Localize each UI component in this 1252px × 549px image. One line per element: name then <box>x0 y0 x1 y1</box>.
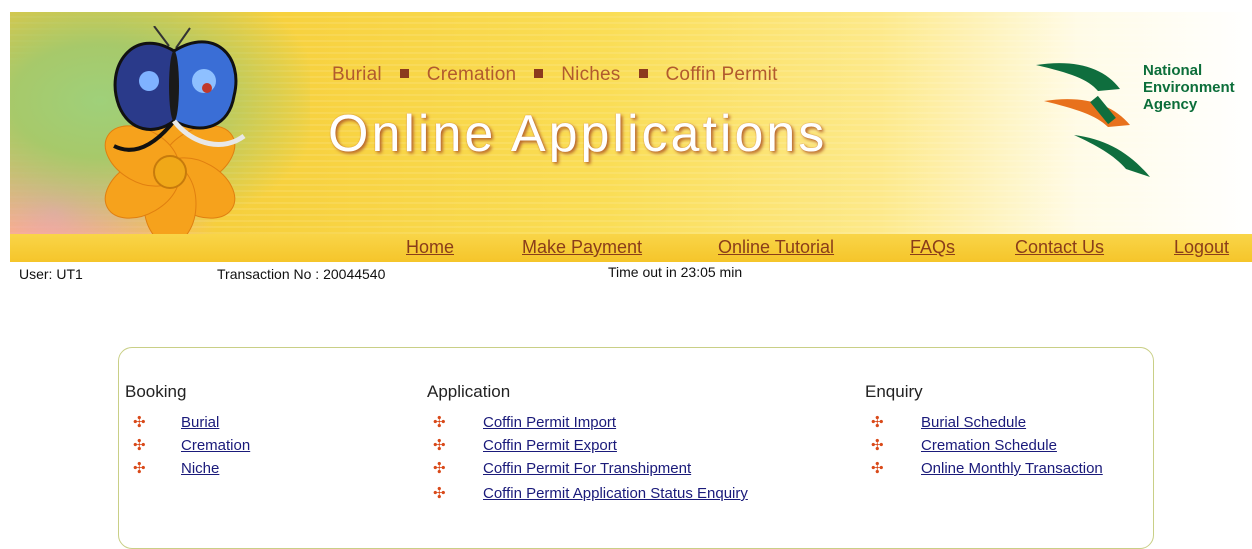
user-label: User: UT1 <box>19 266 83 282</box>
online-monthly-transaction-link[interactable]: Online Monthly Transaction <box>921 460 1103 477</box>
transaction-number: Transaction No : 20044540 <box>217 266 386 282</box>
enquiry-heading: Enquiry <box>865 382 923 401</box>
flower-bullet-icon: ✣ <box>133 414 146 431</box>
agency-line-1: National <box>1143 62 1203 79</box>
category-coffin-permit: Coffin Permit <box>665 64 778 85</box>
square-separator-icon <box>534 69 544 79</box>
coffin-permit-import-link[interactable]: Coffin Permit Import <box>483 414 616 431</box>
flower-bullet-icon: ✣ <box>133 437 146 454</box>
coffin-permit-export-link[interactable]: Coffin Permit Export <box>483 437 617 454</box>
agency-name: National Environment Agency <box>1143 62 1235 113</box>
cremation-schedule-link[interactable]: Cremation Schedule <box>921 437 1057 454</box>
application-heading: Application <box>427 382 511 401</box>
nav-online-tutorial-link[interactable]: Online Tutorial <box>718 237 834 258</box>
nav-contact-us-link[interactable]: Contact Us <box>1015 237 1104 258</box>
session-timeout: Time out in 23:05 min <box>608 264 743 280</box>
coffin-permit-transhipment-link[interactable]: Coffin Permit For Transhipment <box>483 460 691 477</box>
header-banner: Burial Cremation Niches Coffin Permit Onlin… <box>10 12 1252 234</box>
flower-bullet-icon: ✣ <box>871 414 884 431</box>
burial-schedule-link[interactable]: Burial Schedule <box>921 414 1026 431</box>
flower-bullet-icon: ✣ <box>133 460 146 477</box>
nav-home-link[interactable]: Home <box>406 237 454 258</box>
flower-bullet-icon: ✣ <box>871 460 884 477</box>
category-burial: Burial <box>332 64 382 85</box>
agency-line-3: Agency <box>1143 96 1198 113</box>
coffin-permit-status-enquiry-link[interactable]: Coffin Permit Application Status Enquiry <box>483 485 748 502</box>
flower-bullet-icon: ✣ <box>433 414 446 431</box>
flower-bullet-icon: ✣ <box>433 460 446 477</box>
flower-bullet-icon: ✣ <box>433 485 446 502</box>
booking-cremation-link[interactable]: Cremation <box>181 437 250 454</box>
booking-niche-link[interactable]: Niche <box>181 460 219 477</box>
butterfly-image <box>113 26 246 152</box>
flower-bullet-icon: ✣ <box>871 437 884 454</box>
booking-heading: Booking <box>125 382 187 401</box>
nav-faqs-link[interactable]: FAQs <box>910 237 955 258</box>
square-separator-icon <box>638 69 648 79</box>
category-niches: Niches <box>561 64 621 85</box>
booking-burial-link[interactable]: Burial <box>181 414 219 431</box>
category-list: Burial Cremation Niches Coffin Permit <box>332 64 778 86</box>
nav-logout-link[interactable]: Logout <box>1174 237 1229 258</box>
main-nav: Home Make Payment Online Tutorial FAQs C… <box>10 234 1252 262</box>
page-title: Online Applications <box>328 105 828 163</box>
flower-bullet-icon: ✣ <box>433 437 446 454</box>
nav-make-payment-link[interactable]: Make Payment <box>522 237 642 258</box>
square-separator-icon <box>399 69 409 79</box>
category-cremation: Cremation <box>426 64 517 85</box>
agency-line-2: Environment <box>1143 79 1235 96</box>
